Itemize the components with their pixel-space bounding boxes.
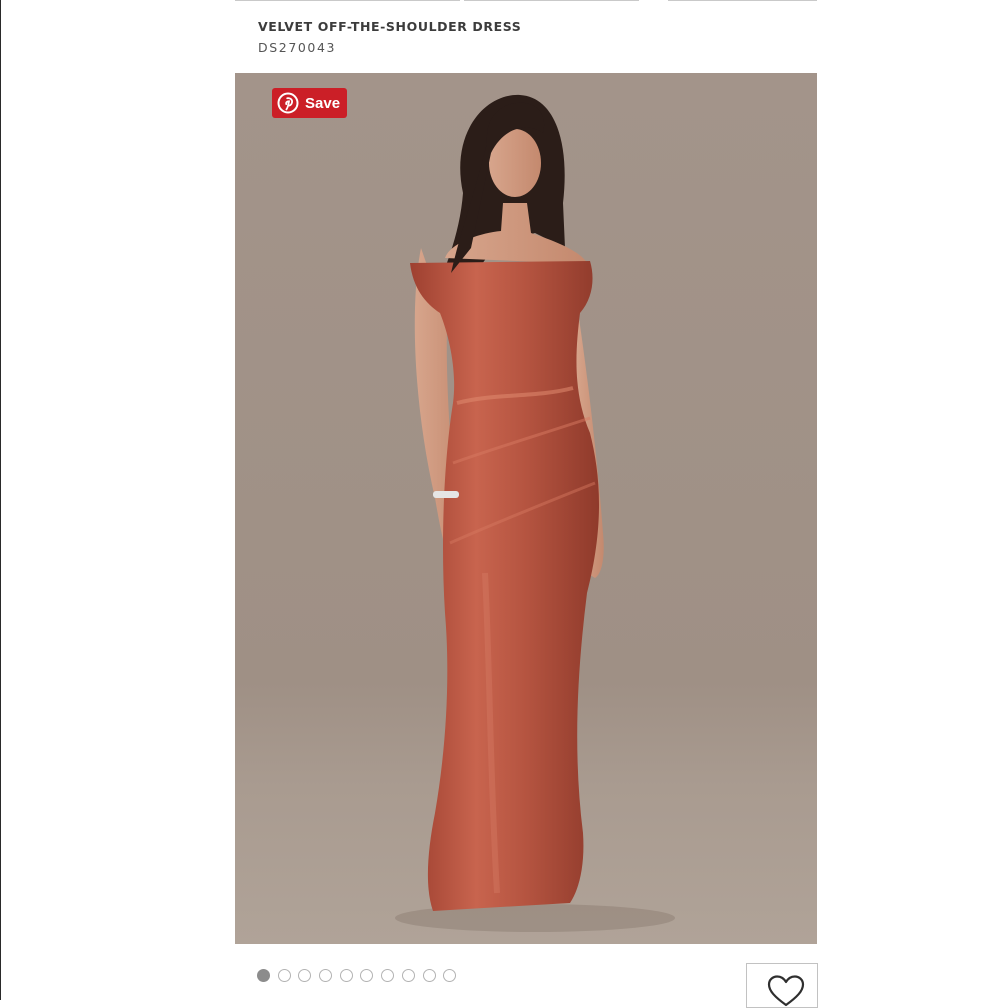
carousel-dot[interactable] [381,969,395,982]
save-button-label: Save [305,94,341,112]
tab-divider [235,0,460,1]
carousel-dot[interactable] [401,969,415,982]
carousel-dot[interactable] [360,969,374,982]
pinterest-icon [277,92,299,114]
product-title: VELVET OFF-THE-SHOULDER DRESS [258,19,522,34]
top-tab-strip [235,0,817,2]
carousel-dot[interactable] [319,969,333,982]
carousel-dot[interactable] [443,969,457,982]
carousel-dot[interactable] [339,969,353,982]
product-sku: DS270043 [258,40,337,55]
carousel-dot[interactable] [277,969,291,982]
tab-divider [464,0,639,1]
product-image[interactable] [235,73,817,944]
pinterest-save-button[interactable]: Save [272,88,347,118]
dress-photo-illustration [235,73,817,944]
image-carousel-dots [257,969,464,987]
carousel-dot[interactable] [422,969,436,982]
heart-icon [767,975,805,1007]
window-edge [0,0,1,1000]
carousel-dot[interactable] [257,969,270,982]
tab-divider [668,0,817,1]
carousel-dot[interactable] [298,969,312,982]
favorite-button[interactable] [746,963,818,1008]
